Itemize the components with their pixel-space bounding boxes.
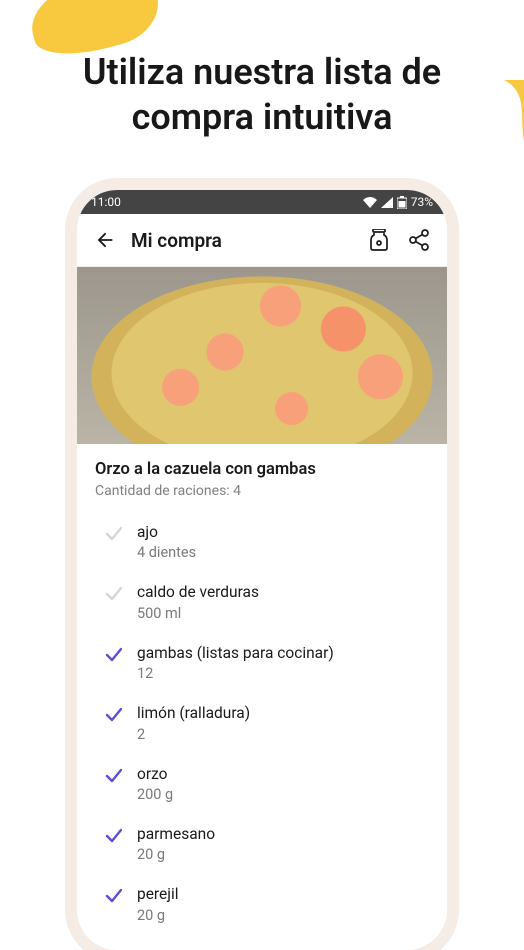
ingredient-quantity: 12 xyxy=(137,665,429,682)
ingredient-text: parmesano 20 g xyxy=(137,825,429,863)
ingredient-row: parmesano 20 g xyxy=(95,825,429,863)
ingredient-check[interactable] xyxy=(105,706,123,724)
check-icon xyxy=(105,887,123,905)
ingredient-check[interactable] xyxy=(105,767,123,785)
ingredient-name: gambas (listas para cocinar) xyxy=(137,644,429,663)
back-button[interactable] xyxy=(91,226,119,254)
ingredient-name: orzo xyxy=(137,765,429,784)
ingredient-name: parmesano xyxy=(137,825,429,844)
ingredient-name: ajo xyxy=(137,523,429,542)
ingredient-row: limón (ralladura) 2 xyxy=(95,704,429,742)
check-icon xyxy=(105,525,123,543)
ingredient-text: limón (ralladura) 2 xyxy=(137,704,429,742)
status-time: 11:00 xyxy=(91,195,121,209)
ingredient-name: limón (ralladura) xyxy=(137,704,429,723)
wifi-icon xyxy=(363,197,377,208)
arrow-left-icon xyxy=(94,229,116,251)
pantry-button[interactable] xyxy=(365,226,393,254)
battery-percent: 73% xyxy=(411,195,433,209)
ingredient-check[interactable] xyxy=(105,585,123,603)
ingredient-quantity: 200 g xyxy=(137,786,429,803)
check-icon xyxy=(105,646,123,664)
content-area: Orzo a la cazuela con gambas Cantidad de… xyxy=(77,444,447,924)
ingredient-quantity: 20 g xyxy=(137,907,429,924)
check-icon xyxy=(105,585,123,603)
page-title: Mi compra xyxy=(131,229,353,252)
ingredient-quantity: 20 g xyxy=(137,846,429,863)
ingredient-name: perejil xyxy=(137,885,429,904)
ingredient-row: orzo 200 g xyxy=(95,765,429,803)
ingredient-row: gambas (listas para cocinar) 12 xyxy=(95,644,429,682)
ingredient-quantity: 500 ml xyxy=(137,605,429,622)
phone-frame: 11:00 73% Mi compra Orzo a la cazuela co… xyxy=(77,190,447,950)
ingredient-check[interactable] xyxy=(105,887,123,905)
check-icon xyxy=(105,767,123,785)
recipe-image xyxy=(77,266,447,444)
status-bar: 11:00 73% xyxy=(77,190,447,214)
ingredient-quantity: 4 dientes xyxy=(137,544,429,561)
ingredient-row: perejil 20 g xyxy=(95,885,429,923)
ingredient-row: ajo 4 dientes xyxy=(95,523,429,561)
ingredient-row: caldo de verduras 500 ml xyxy=(95,583,429,621)
signal-icon xyxy=(381,197,393,208)
ingredient-text: perejil 20 g xyxy=(137,885,429,923)
ingredient-text: gambas (listas para cocinar) 12 xyxy=(137,644,429,682)
ingredient-check[interactable] xyxy=(105,827,123,845)
ingredient-text: ajo 4 dientes xyxy=(137,523,429,561)
ingredient-text: orzo 200 g xyxy=(137,765,429,803)
check-icon xyxy=(105,706,123,724)
ingredient-name: caldo de verduras xyxy=(137,583,429,602)
ingredient-check[interactable] xyxy=(105,646,123,664)
recipe-title: Orzo a la cazuela con gambas xyxy=(95,460,429,479)
ingredient-quantity: 2 xyxy=(137,726,429,743)
share-button[interactable] xyxy=(405,226,433,254)
share-icon xyxy=(409,229,429,251)
hero-title: Utiliza nuestra lista de compra intuitiv… xyxy=(0,0,524,160)
battery-icon xyxy=(397,196,407,209)
app-header: Mi compra xyxy=(77,214,447,266)
servings-text: Cantidad de raciones: 4 xyxy=(95,483,429,499)
jar-icon xyxy=(369,229,389,251)
ingredient-text: caldo de verduras 500 ml xyxy=(137,583,429,621)
check-icon xyxy=(105,827,123,845)
ingredient-check[interactable] xyxy=(105,525,123,543)
